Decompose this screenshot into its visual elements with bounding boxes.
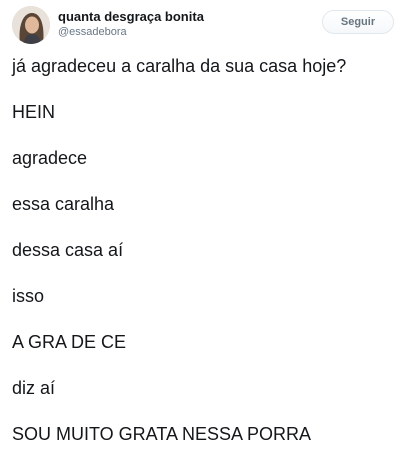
- tweet-line: essa caralha: [12, 194, 115, 214]
- tweet-text: já agradeceu a caralha da sua casa hoje?…: [12, 54, 396, 468]
- tweet-line: já agradeceu a caralha da sua casa hoje?: [12, 56, 347, 76]
- tweet-line: SOU MUITO GRATA NESSA PORRA: [12, 424, 312, 444]
- tweet-line: A GRA DE CE: [12, 332, 127, 352]
- display-name[interactable]: quanta desgraça bonita: [58, 9, 204, 25]
- tweet-line: dessa casa aí: [12, 240, 124, 260]
- follow-button[interactable]: Seguir: [322, 10, 394, 34]
- tweet-line: diz aí: [12, 378, 56, 398]
- tweet-line: agradece: [12, 148, 88, 168]
- tweet-line: isso: [12, 286, 45, 306]
- user-names: quanta desgraça bonita @essadebora: [58, 9, 204, 39]
- tweet-line: HEIN: [12, 102, 56, 122]
- avatar[interactable]: [12, 6, 50, 44]
- avatar-image: [12, 6, 50, 44]
- user-handle[interactable]: @essadebora: [58, 25, 204, 39]
- tweet-header: quanta desgraça bonita @essadebora Segui…: [12, 6, 394, 46]
